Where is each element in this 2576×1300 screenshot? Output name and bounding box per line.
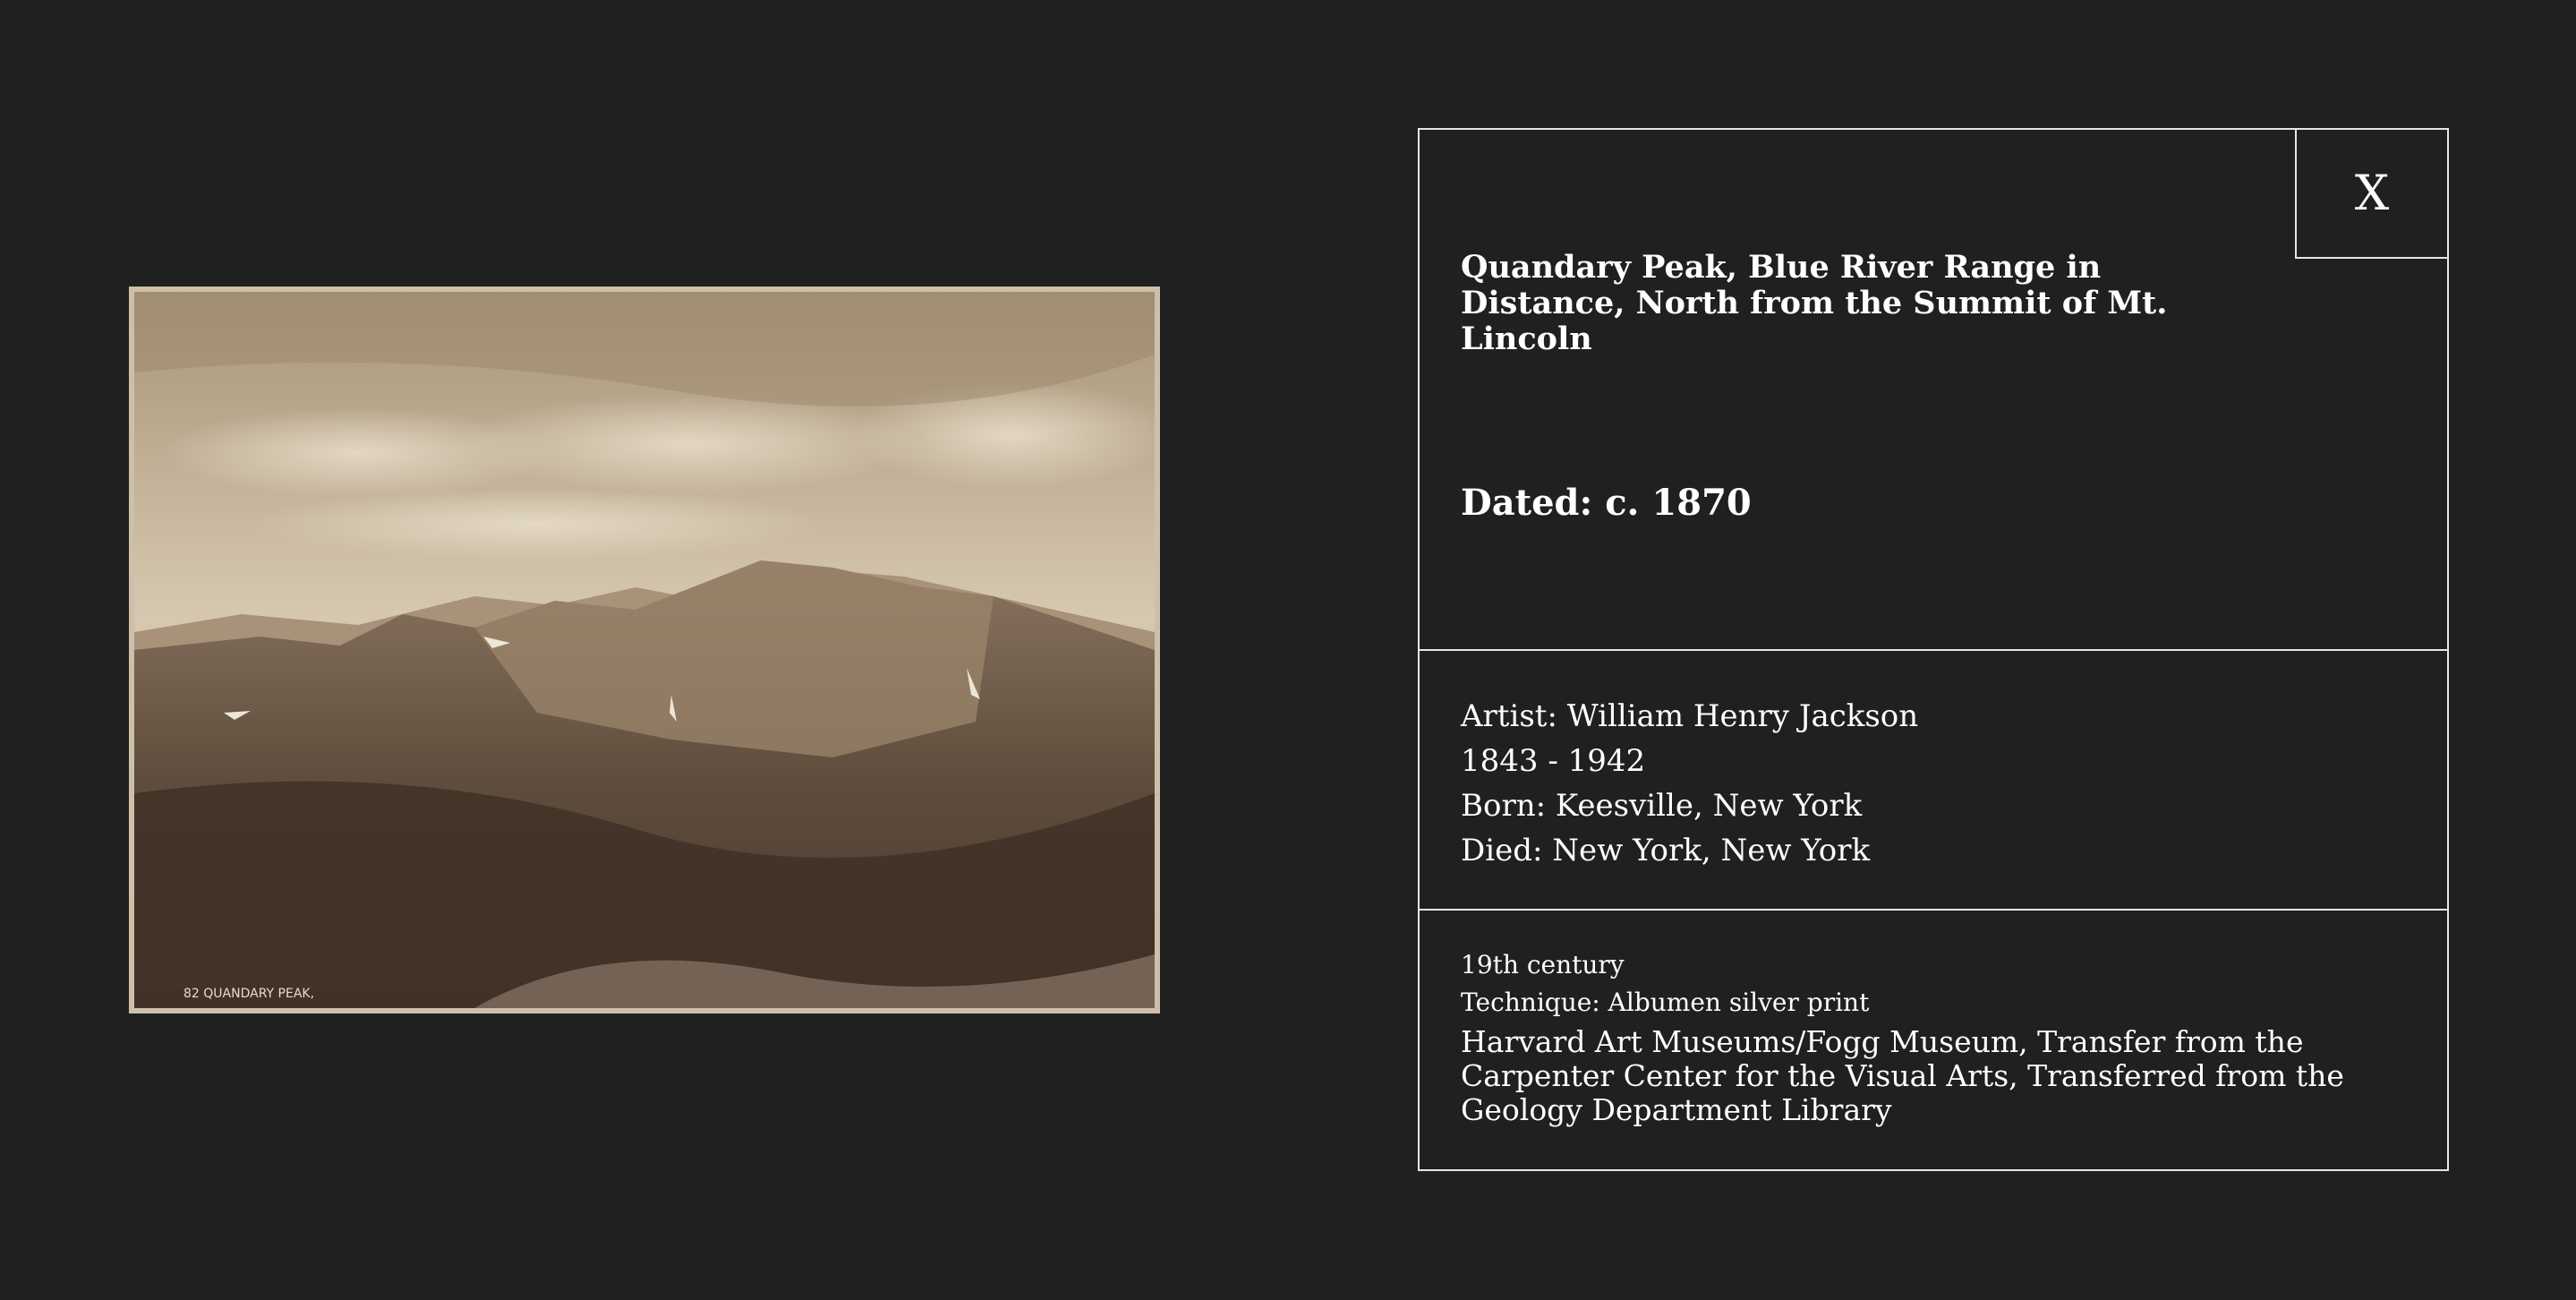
credit-line: Harvard Art Museums/Fogg Museum, Transfe… [1461,1024,2344,1127]
artwork-info-panel: X Quandary Peak, Blue River Range in Dis… [1418,128,2449,1171]
photo-caption: 82 QUANDARY PEAK, [183,987,314,1001]
artwork-century: 19th century [1461,950,1625,979]
close-icon[interactable]: X [2355,169,2389,218]
artist-born: Born: Keesville, New York [1461,788,1863,824]
artwork-photo: 82 QUANDARY PEAK, [134,292,1155,1008]
title-section: X Quandary Peak, Blue River Range in Dis… [1420,128,2449,651]
artwork-date: Dated: c. 1870 [1461,482,1752,524]
artist-name: Artist: William Henry Jackson [1461,698,1919,734]
artist-lifespan: 1843 - 1942 [1461,743,1646,779]
artwork-title: Quandary Peak, Blue River Range in Dista… [1461,249,2168,357]
artist-died: Died: New York, New York [1461,833,1871,868]
artwork-image-frame: 82 QUANDARY PEAK, [129,287,1160,1013]
artist-section: Artist: William Henry Jackson 1843 - 194… [1420,651,2447,911]
artwork-technique: Technique: Albumen silver print [1461,988,1870,1017]
details-section: 19th century Technique: Albumen silver p… [1420,911,2447,1169]
close-button[interactable]: X [2295,128,2449,259]
